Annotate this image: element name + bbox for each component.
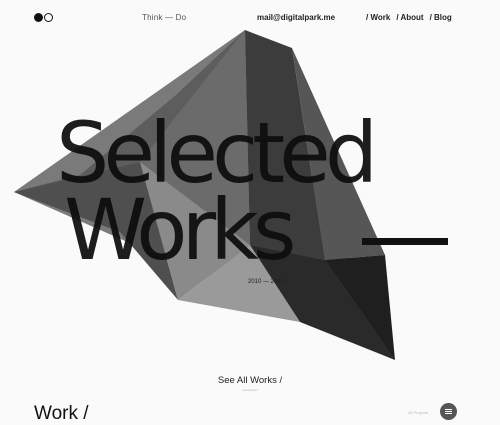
see-all-works-subtext: scroll down: [242, 388, 258, 392]
menu-line: [445, 413, 452, 414]
hero-title-line-2: Works: [64, 181, 296, 279]
hero-dash: [362, 238, 448, 245]
menu-line: [445, 411, 452, 412]
hero-years: 2010 — 2013: [248, 279, 285, 285]
menu-line: [445, 409, 452, 410]
work-section-title: Work /: [34, 403, 89, 424]
menu-lines-icon[interactable]: [440, 403, 457, 420]
see-all-works-link[interactable]: See All Works /: [0, 375, 500, 386]
filter-label: All Projects: [408, 410, 429, 415]
page: Think — Do mail@digitalpark.me / Work / …: [0, 0, 500, 425]
